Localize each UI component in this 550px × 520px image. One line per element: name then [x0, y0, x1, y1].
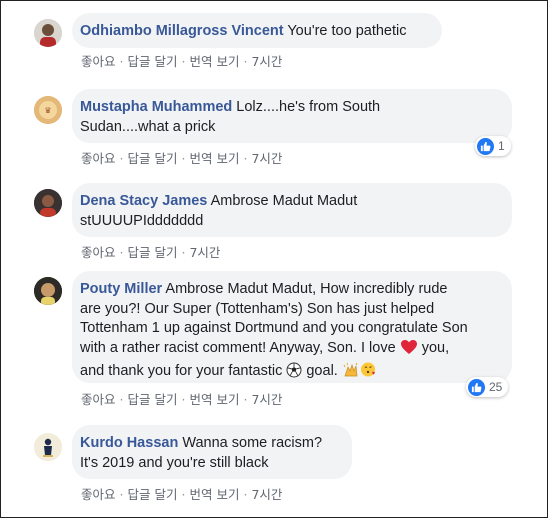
comment-author[interactable]: Kurdo Hassan — [80, 435, 178, 451]
separator: · — [119, 54, 124, 69]
comment-text: Ambrose Madut Madut — [207, 193, 358, 209]
comment-bubble: Dena Stacy James Ambrose Madut Madut stU… — [72, 183, 512, 237]
avatar[interactable]: ♛ — [34, 96, 62, 124]
comment-bubble: Pouty Miller Ambrose Madut Madut, How in… — [72, 271, 512, 383]
comment-text: Wanna some racism? — [178, 435, 323, 451]
comment-text: stUUUUPIddddddd — [80, 212, 204, 229]
timestamp[interactable]: 7시간 — [251, 392, 282, 407]
timestamp[interactable]: 7시간 — [251, 487, 282, 502]
comment-text: Ambrose Madut Madut, How incredibly rude — [162, 281, 448, 297]
like-link[interactable]: 좋아요 — [81, 392, 116, 407]
separator: · — [181, 151, 186, 166]
avatar[interactable] — [34, 433, 62, 461]
comment-author[interactable]: Odhiambo Millagross Vincent — [80, 23, 284, 39]
avatar[interactable] — [34, 189, 62, 217]
separator: · — [243, 487, 248, 502]
separator: · — [119, 392, 124, 407]
comment-bubble: Mustapha Muhammed Lolz....he's from Sout… — [72, 89, 512, 143]
like-link[interactable]: 좋아요 — [81, 54, 116, 69]
translate-link[interactable]: 번역 보기 — [189, 487, 239, 502]
reaction-count[interactable]: 1 — [475, 136, 511, 156]
comment-author[interactable]: Pouty Miller — [80, 281, 162, 297]
separator: · — [119, 245, 124, 260]
comment-author[interactable]: Dena Stacy James — [80, 193, 207, 209]
separator: · — [119, 151, 124, 166]
comment-text: Tottenham 1 up against Dortmund and you … — [80, 320, 468, 336]
reaction-number: 25 — [489, 380, 503, 394]
comment-bubble: Odhiambo Millagross Vincent You're too p… — [72, 13, 442, 48]
reply-link[interactable]: 답글 달기 — [128, 392, 178, 407]
separator: · — [181, 54, 186, 69]
comment-text: goal. — [302, 363, 342, 379]
comment-text: Sudan....what a prick — [80, 118, 216, 135]
like-thumb-icon — [477, 137, 494, 155]
like-link[interactable]: 좋아요 — [81, 487, 116, 502]
like-link[interactable]: 좋아요 — [81, 151, 116, 166]
reply-link[interactable]: 답글 달기 — [128, 54, 178, 69]
comment-text: and thank you for your fantastic — [80, 363, 287, 379]
separator: · — [243, 54, 248, 69]
timestamp[interactable]: 7시간 — [251, 54, 282, 69]
translate-link[interactable]: 번역 보기 — [189, 151, 239, 166]
avatar[interactable] — [34, 19, 62, 47]
comment-text: you, — [417, 339, 450, 356]
timestamp[interactable]: 7시간 — [189, 245, 220, 260]
comment-actions: 좋아요 · 답글 달기 · 번역 보기 · 7시간 — [81, 484, 282, 503]
translate-link[interactable]: 번역 보기 — [189, 54, 239, 69]
comment-bubble: Kurdo Hassan Wanna some racism? It's 201… — [72, 425, 352, 479]
separator: · — [181, 487, 186, 502]
reaction-number: 1 — [498, 139, 505, 153]
comment-actions: 좋아요 · 답글 달기 · 번역 보기 · 7시간 — [81, 51, 282, 70]
translate-link[interactable]: 번역 보기 — [189, 392, 239, 407]
reply-link[interactable]: 답글 달기 — [128, 487, 178, 502]
separator: · — [181, 392, 186, 407]
heart-emoji-icon — [400, 339, 418, 362]
face-blowing-kiss-emoji-icon — [360, 361, 377, 385]
comment-text: You're too pathetic — [283, 23, 407, 39]
separator: · — [243, 151, 248, 166]
reply-link[interactable]: 답글 달기 — [128, 151, 178, 166]
reaction-count[interactable]: 25 — [466, 377, 509, 397]
comment-text: It's 2019 and you're still black — [80, 454, 269, 471]
timestamp[interactable]: 7시간 — [251, 151, 282, 166]
like-link[interactable]: 좋아요 — [81, 245, 116, 260]
comment-text: Lolz....he's from South — [232, 99, 381, 115]
comment-actions: 좋아요 · 답글 달기 · 7시간 — [81, 242, 220, 261]
svg-text:♛: ♛ — [44, 106, 51, 115]
comment-text: with a rather racist comment! Anyway, So… — [80, 339, 400, 356]
avatar[interactable] — [34, 277, 62, 305]
separator: · — [243, 392, 248, 407]
comment-author[interactable]: Mustapha Muhammed — [80, 99, 232, 115]
comment-text: are you?! Our Super (Tottenham's) Son ha… — [80, 300, 435, 317]
separator: · — [181, 245, 186, 260]
comment-actions: 좋아요 · 답글 달기 · 번역 보기 · 7시간 — [81, 389, 282, 408]
like-thumb-icon — [468, 378, 485, 396]
clapping-hands-emoji-icon — [342, 362, 360, 385]
comment-actions: 좋아요 · 답글 달기 · 번역 보기 · 7시간 — [81, 148, 282, 167]
comments-panel: Odhiambo Millagross Vincent You're too p… — [0, 0, 548, 518]
soccer-ball-emoji-icon — [286, 362, 302, 385]
separator: · — [119, 487, 124, 502]
reply-link[interactable]: 답글 달기 — [128, 245, 178, 260]
